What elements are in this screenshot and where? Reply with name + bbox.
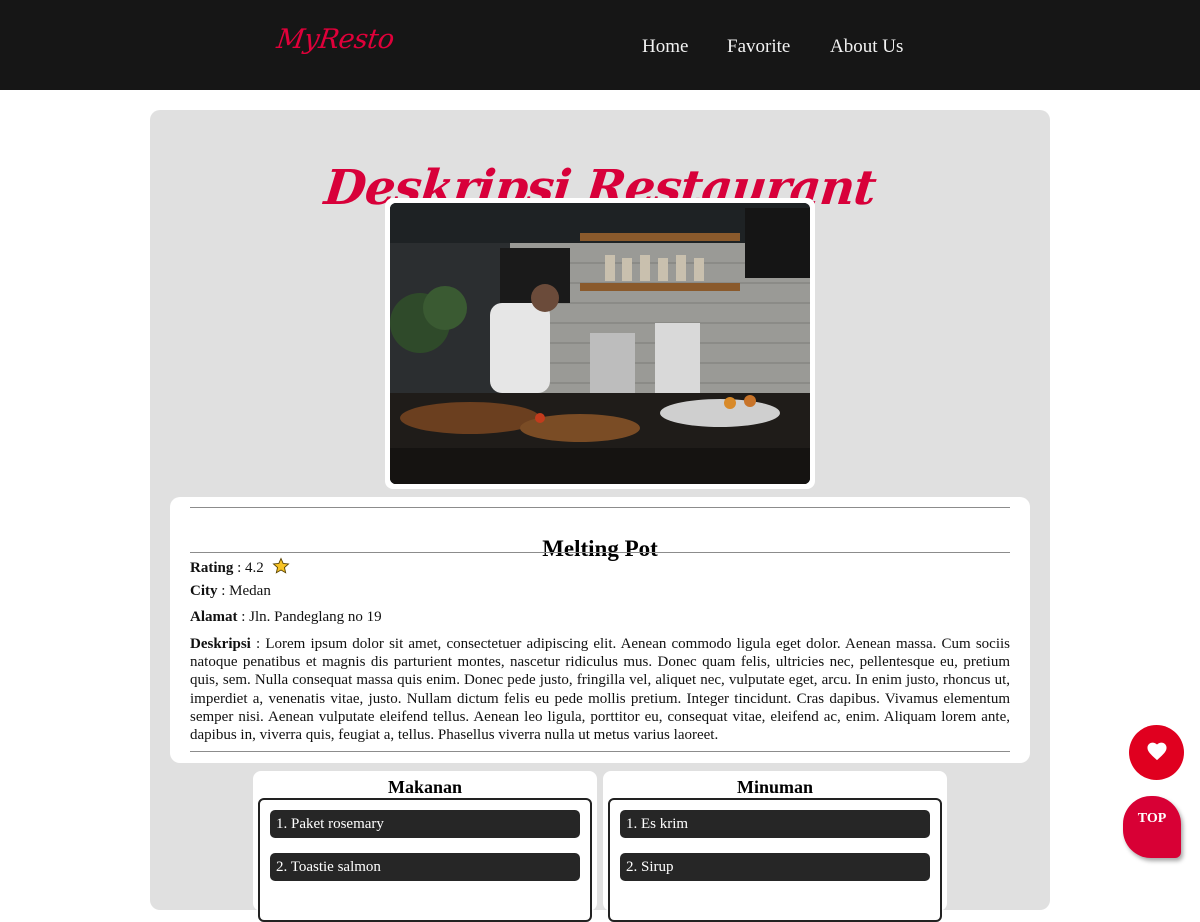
navbar: MyResto Home Favorite About Us [0, 0, 1200, 90]
star-icon [271, 557, 290, 580]
address-line: Alamat : Jln. Pandeglang no 19 [190, 609, 382, 626]
city-value: : Medan [221, 583, 271, 599]
rating-value: : 4.2 [237, 560, 264, 576]
food-menu-card: Makanan 1. Paket rosemary 2. Toastie sal… [253, 771, 597, 922]
food-menu-item[interactable]: 1. Paket rosemary [270, 810, 580, 838]
address-value: : Jln. Pandeglang no 19 [241, 609, 382, 625]
divider [190, 552, 1010, 553]
divider [190, 751, 1010, 752]
rating-line: Rating : 4.2 [190, 557, 290, 580]
address-label: Alamat [190, 609, 238, 625]
drink-menu-card: Minuman 1. Es krim 2. Sirup [603, 771, 947, 922]
drink-menu-list: 1. Es krim 2. Sirup [608, 798, 942, 922]
description-label: Deskripsi [190, 636, 251, 652]
top-label: TOP [1137, 811, 1167, 826]
restaurant-image [390, 203, 810, 484]
rating-label: Rating [190, 560, 234, 576]
food-menu-list: 1. Paket rosemary 2. Toastie salmon [258, 798, 592, 922]
main-nav: Home Favorite About Us [0, 36, 1200, 60]
nav-about-link[interactable]: About Us [830, 36, 903, 58]
divider [190, 507, 1010, 508]
drink-menu-title: Minuman [736, 777, 814, 797]
food-menu-item[interactable]: 2. Toastie salmon [270, 853, 580, 881]
heart-icon [1146, 741, 1168, 765]
nav-home-link[interactable]: Home [642, 36, 688, 58]
drink-menu-item[interactable]: 2. Sirup [620, 853, 930, 881]
city-line: City : Medan [190, 583, 271, 600]
nav-favorite-link[interactable]: Favorite [727, 36, 790, 58]
restaurant-name: Melting Pot [542, 536, 658, 562]
description-value: : Lorem ipsum dolor sit amet, consectetu… [190, 636, 1010, 744]
food-menu-title: Makanan [387, 777, 463, 797]
back-to-top-button[interactable]: TOP [1123, 796, 1181, 858]
description-paragraph: Deskripsi : Lorem ipsum dolor sit amet, … [190, 635, 1010, 744]
city-label: City [190, 583, 218, 599]
drink-menu-item[interactable]: 1. Es krim [620, 810, 930, 838]
favorite-button[interactable] [1129, 725, 1184, 780]
